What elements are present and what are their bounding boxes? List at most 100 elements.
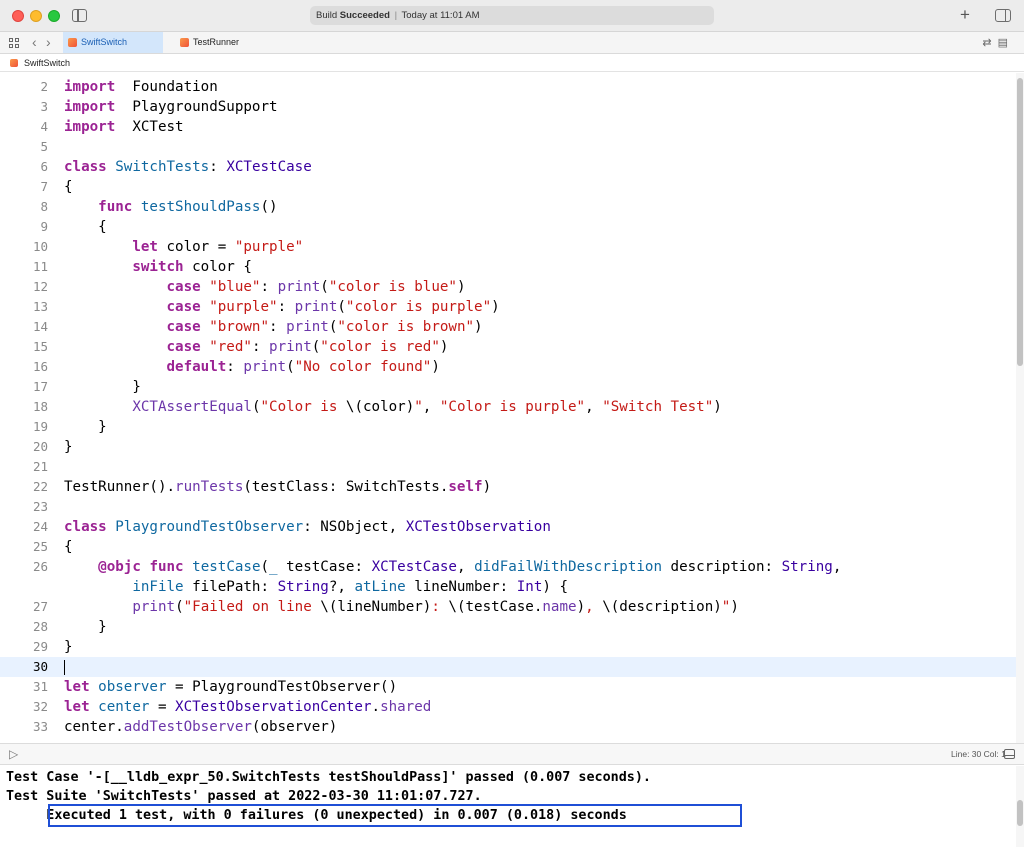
- code-token: ,: [585, 599, 603, 615]
- code-line[interactable]: 30: [0, 657, 1016, 677]
- code-token: inFile: [132, 579, 184, 595]
- code-line[interactable]: 3 import PlaygroundSupport: [0, 97, 1016, 117]
- editor-scrollbar[interactable]: [1016, 73, 1024, 743]
- code-line[interactable]: 27 print("Failed on line \(lineNumber): …: [0, 597, 1016, 617]
- code-line[interactable]: 22 TestRunner().runTests(testClass: Switc…: [0, 477, 1016, 497]
- console-output[interactable]: Test Case '-[__lldb_expr_50.SwitchTests …: [0, 766, 1016, 847]
- code-line[interactable]: 32 let center = XCTestObservationCenter.s…: [0, 697, 1016, 717]
- code-token: {: [64, 179, 73, 195]
- code-line[interactable]: 8 func testShouldPass(): [0, 197, 1016, 217]
- code-line[interactable]: 16 default: print("No color found"): [0, 357, 1016, 377]
- code-token: "Switch Test": [602, 399, 714, 415]
- debug-area-toggle-icon[interactable]: [1004, 749, 1015, 759]
- related-items-icon[interactable]: [9, 38, 19, 48]
- code-line[interactable]: 24 class PlaygroundTestObserver: NSObject…: [0, 517, 1016, 537]
- code-token: (: [337, 299, 346, 315]
- source-editor[interactable]: 2 import Foundation 3 import PlaygroundSupp…: [0, 73, 1016, 743]
- code-token: String: [781, 559, 833, 575]
- code-line[interactable]: 18 XCTAssertEqual("Color is \(color)", "…: [0, 397, 1016, 417]
- code-token: import: [64, 79, 116, 95]
- add-library-icon[interactable]: +: [960, 6, 970, 24]
- code-token: func: [149, 559, 184, 575]
- code-text: let center = XCTestObservationCenter.sha…: [64, 697, 431, 717]
- line-col-indicator: Line: 30 Col: 1: [951, 749, 1006, 759]
- code-text: switch color {: [64, 257, 252, 277]
- run-playground-icon[interactable]: ▷: [9, 747, 18, 761]
- code-token: ,: [456, 559, 475, 575]
- minimize-window-button[interactable]: [30, 10, 42, 22]
- zoom-window-button[interactable]: [48, 10, 60, 22]
- code-token: XCTest: [115, 119, 184, 135]
- tab-testrunner[interactable]: TestRunner: [175, 32, 275, 53]
- tab-swiftswitch[interactable]: SwiftSwitch: [63, 32, 163, 53]
- code-line[interactable]: 5: [0, 137, 1016, 157]
- code-line[interactable]: 19 }: [0, 417, 1016, 437]
- code-token: Int: [516, 579, 543, 595]
- code-token: observer: [98, 679, 167, 695]
- code-line[interactable]: 14 case "brown": print("color is brown"): [0, 317, 1016, 337]
- navigator-toggle-icon[interactable]: [72, 9, 87, 22]
- code-line[interactable]: 28 }: [0, 617, 1016, 637]
- code-token: }: [64, 639, 73, 655]
- code-token: \(lineNumber): [320, 599, 432, 615]
- line-number: 28: [32, 619, 48, 634]
- inspector-toggle-icon[interactable]: [995, 9, 1011, 22]
- code-line[interactable]: 29}: [0, 637, 1016, 657]
- editor-scroll-thumb[interactable]: [1017, 78, 1023, 366]
- swift-file-icon: [68, 38, 77, 47]
- code-token: (: [286, 359, 295, 375]
- code-text: let color = "purple": [64, 237, 303, 257]
- code-line[interactable]: 33 center.addTestObserver(observer): [0, 717, 1016, 737]
- code-line[interactable]: 31 let observer = PlaygroundTestObserver(…: [0, 677, 1016, 697]
- forward-arrow-icon[interactable]: ›: [46, 34, 51, 50]
- code-line[interactable]: 20}: [0, 437, 1016, 457]
- code-line[interactable]: 12 case "blue": print("color is blue"): [0, 277, 1016, 297]
- code-token: case: [166, 319, 201, 335]
- line-number: 17: [32, 379, 48, 394]
- close-window-button[interactable]: [12, 10, 24, 22]
- code-token: print: [132, 599, 176, 615]
- code-token: "color is brown": [337, 319, 475, 335]
- code-token: color {: [183, 259, 252, 275]
- code-line[interactable]: 23: [0, 497, 1016, 517]
- code-line[interactable]: 11 switch color {: [0, 257, 1016, 277]
- code-text: }: [64, 617, 107, 637]
- code-token: "purple": [234, 239, 304, 255]
- line-number: 9: [40, 219, 48, 234]
- code-line[interactable]: 7{: [0, 177, 1016, 197]
- code-token: :: [277, 299, 295, 315]
- code-line[interactable]: 4 import XCTest: [0, 117, 1016, 137]
- code-text: import Foundation: [64, 77, 218, 97]
- code-token: color =: [157, 239, 235, 255]
- code-line[interactable]: 6 class SwitchTests: XCTestCase: [0, 157, 1016, 177]
- line-number: 30: [32, 659, 48, 674]
- code-line[interactable]: 2 import Foundation: [0, 77, 1016, 97]
- editor-tab-bar: ‹ › SwiftSwitch TestRunner ⇄▤: [0, 32, 1024, 54]
- back-arrow-icon[interactable]: ‹: [32, 34, 37, 50]
- code-token: default: [166, 359, 227, 375]
- code-line[interactable]: 25 {: [0, 537, 1016, 557]
- tab-label: SwiftSwitch: [81, 37, 128, 47]
- code-line[interactable]: 15 case "red": print("color is red"): [0, 337, 1016, 357]
- code-line[interactable]: 21: [0, 457, 1016, 477]
- code-token: ): [482, 479, 492, 495]
- code-line[interactable]: 13 case "purple": print("color is purple…: [0, 297, 1016, 317]
- code-token: (observer): [251, 719, 338, 735]
- editor-options-icons[interactable]: ⇄▤: [982, 36, 1014, 49]
- code-token: print: [294, 299, 338, 315]
- code-text: }: [64, 637, 73, 657]
- code-line[interactable]: 17 }: [0, 377, 1016, 397]
- console-scrollbar[interactable]: [1016, 766, 1024, 847]
- code-line[interactable]: 10 let color = "purple": [0, 237, 1016, 257]
- code-token: {: [64, 539, 73, 555]
- console-scroll-thumb[interactable]: [1017, 800, 1023, 826]
- code-token: :: [209, 159, 227, 175]
- code-line[interactable]: 26 @objc func testCase(_ testCase: XCTes…: [0, 557, 1016, 577]
- breadcrumb[interactable]: SwiftSwitch: [0, 54, 1024, 72]
- code-token: print: [269, 339, 312, 355]
- code-line[interactable]: 9 {: [0, 217, 1016, 237]
- line-number: 14: [32, 319, 48, 334]
- code-line[interactable]: inFile filePath: String?, atLine lineNum…: [0, 577, 1016, 597]
